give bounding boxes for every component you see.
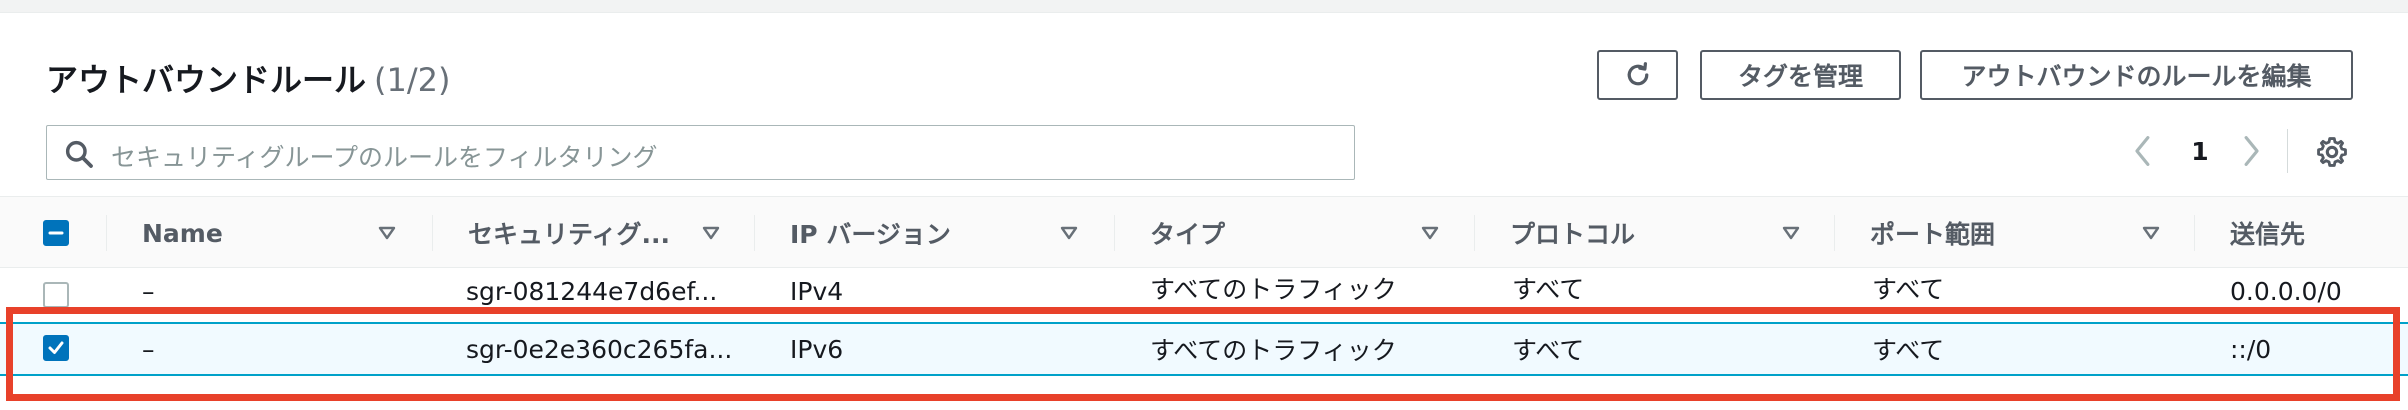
cell-security-group-rule-id: sgr-081244e7d6ef... <box>466 277 718 306</box>
sort-caret-icon[interactable] <box>2141 223 2161 243</box>
edit-outbound-rules-button[interactable]: アウトバウンドのルールを編集 <box>1920 50 2353 100</box>
cell-ip-version: IPv6 <box>790 334 844 364</box>
sort-caret-icon[interactable] <box>701 223 721 243</box>
column-separator <box>754 215 755 251</box>
cell-name: – <box>142 334 155 364</box>
current-page-number[interactable]: 1 <box>2185 131 2215 171</box>
cell-port-range: すべて <box>1872 336 1945 365</box>
column-header-destination[interactable]: 送信先 <box>2230 197 2305 269</box>
refresh-button[interactable] <box>1597 50 1678 100</box>
cell-security-group-rule-id: sgr-0e2e360c265fa... <box>466 334 733 364</box>
search-input[interactable]: セキュリティグループのルールをフィルタリング <box>46 125 1355 180</box>
next-page-button[interactable] <box>2238 131 2268 171</box>
chevron-right-icon <box>2244 136 2259 166</box>
row-checkbox[interactable] <box>43 282 69 308</box>
cell-ip-version: IPv4 <box>790 277 844 306</box>
select-all-checkbox[interactable] <box>43 220 69 246</box>
cell-port-range: すべて <box>1872 275 1945 304</box>
indeterminate-icon <box>48 231 64 235</box>
cell-destination: ::/0 <box>2230 334 2272 364</box>
column-header-type[interactable]: タイプ <box>1150 197 1225 269</box>
cell-protocol: すべて <box>1512 336 1585 365</box>
search-icon <box>65 140 93 168</box>
row-checkbox-checked[interactable] <box>43 335 69 361</box>
table-header: Name セキュリティグ... IP バージョン タイプ プロトコル ポート範囲… <box>0 196 2408 268</box>
column-separator <box>1114 215 1115 251</box>
chevron-left-icon <box>2135 136 2150 166</box>
cell-name: – <box>142 277 155 306</box>
sort-caret-icon[interactable] <box>1781 223 1801 243</box>
column-separator <box>106 215 107 251</box>
sort-caret-icon[interactable] <box>377 223 397 243</box>
column-separator <box>1474 215 1475 251</box>
column-header-ip-version[interactable]: IP バージョン <box>790 197 951 269</box>
search-placeholder: セキュリティグループのルールをフィルタリング <box>111 143 658 172</box>
cell-destination: 0.0.0.0/0 <box>2230 277 2342 306</box>
column-header-security-group-rule-id[interactable]: セキュリティグ... <box>468 197 670 269</box>
pager-divider <box>2287 129 2288 173</box>
table-row[interactable]: – sgr-081244e7d6ef... IPv4 すべてのトラフィック すべ… <box>0 268 2408 322</box>
column-separator <box>2194 215 2195 251</box>
refresh-icon <box>1627 62 1648 86</box>
page-title: アウトバウンドルール (1/2) <box>46 55 450 101</box>
cell-type: すべてのトラフィック <box>1150 275 1397 304</box>
cell-type: すべてのトラフィック <box>1150 336 1397 365</box>
sort-caret-icon[interactable] <box>1059 223 1079 243</box>
column-header-protocol[interactable]: プロトコル <box>1510 197 1635 269</box>
column-header-name[interactable]: Name <box>142 197 223 269</box>
column-header-port-range[interactable]: ポート範囲 <box>1870 197 1995 269</box>
selection-count: (1/2) <box>374 61 451 99</box>
manage-tags-button[interactable]: タグを管理 <box>1700 50 1901 100</box>
gear-icon[interactable] <box>2315 135 2349 169</box>
table-row-selected[interactable]: – sgr-0e2e360c265fa... IPv6 すべてのトラフィック す… <box>0 322 2408 376</box>
title-text: アウトバウンドルール <box>46 61 367 99</box>
previous-page-button[interactable] <box>2130 131 2160 171</box>
sort-caret-icon[interactable] <box>1420 223 1440 243</box>
checkmark-icon <box>48 341 64 354</box>
column-separator <box>432 215 433 251</box>
column-separator <box>1834 215 1835 251</box>
cell-protocol: すべて <box>1512 275 1585 304</box>
